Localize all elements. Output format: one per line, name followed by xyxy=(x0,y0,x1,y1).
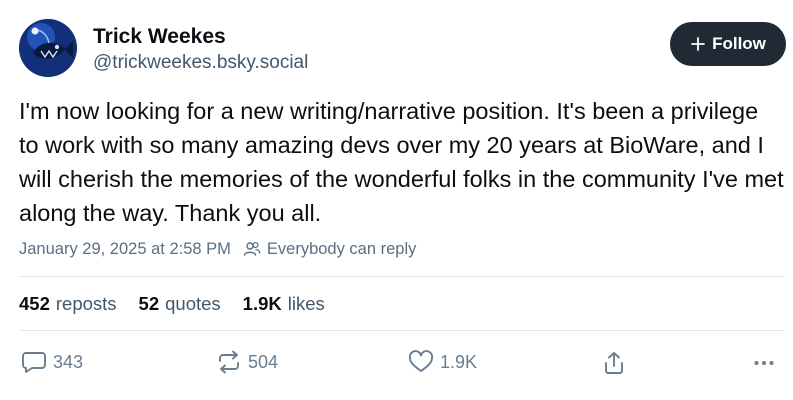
plus-icon xyxy=(691,37,705,51)
post-meta: January 29, 2025 at 2:58 PM Everybody ca… xyxy=(19,238,416,260)
quotes-label: quotes xyxy=(165,293,221,314)
reply-count: 343 xyxy=(53,352,84,372)
like-count: 1.9K xyxy=(440,352,478,372)
divider xyxy=(19,276,785,277)
reposts-stat[interactable]: 452 reposts xyxy=(19,292,117,316)
share-button[interactable] xyxy=(602,350,626,376)
repost-icon xyxy=(219,350,239,374)
reply-setting[interactable]: Everybody can reply xyxy=(243,238,417,260)
post-stats: 452 reposts 52 quotes 1.9K likes xyxy=(19,292,325,316)
divider xyxy=(19,330,785,331)
author-display-name[interactable]: Trick Weekes xyxy=(93,24,226,50)
likes-stat[interactable]: 1.9K likes xyxy=(243,292,325,316)
reply-setting-label: Everybody can reply xyxy=(266,240,417,258)
share-icon xyxy=(605,352,623,374)
more-icon xyxy=(754,361,774,365)
follow-button[interactable]: Follow xyxy=(670,22,786,66)
quotes-count: 52 xyxy=(138,293,160,314)
reposts-label: reposts xyxy=(55,293,117,314)
people-icon xyxy=(243,241,261,256)
post-timestamp[interactable]: January 29, 2025 at 2:58 PM xyxy=(19,238,231,260)
reply-button[interactable]: 343 xyxy=(21,350,83,374)
author-handle[interactable]: @trickweekes.bsky.social xyxy=(93,51,308,75)
quotes-stat[interactable]: 52 quotes xyxy=(139,292,221,316)
like-button[interactable]: 1.9K xyxy=(408,350,477,374)
repost-count: 504 xyxy=(248,352,279,372)
heart-icon xyxy=(408,350,434,372)
follow-button-label: Follow xyxy=(712,34,766,53)
avatar[interactable] xyxy=(19,19,77,77)
likes-label: likes xyxy=(287,293,325,314)
repost-button[interactable]: 504 xyxy=(216,350,278,374)
post-text: I'm now looking for a new writing/narrat… xyxy=(19,98,784,226)
reply-icon xyxy=(22,352,46,373)
reposts-count: 452 xyxy=(19,293,50,314)
anglerfish-avatar-icon xyxy=(19,19,77,77)
likes-count: 1.9K xyxy=(242,293,282,314)
more-options-button[interactable] xyxy=(752,350,776,374)
